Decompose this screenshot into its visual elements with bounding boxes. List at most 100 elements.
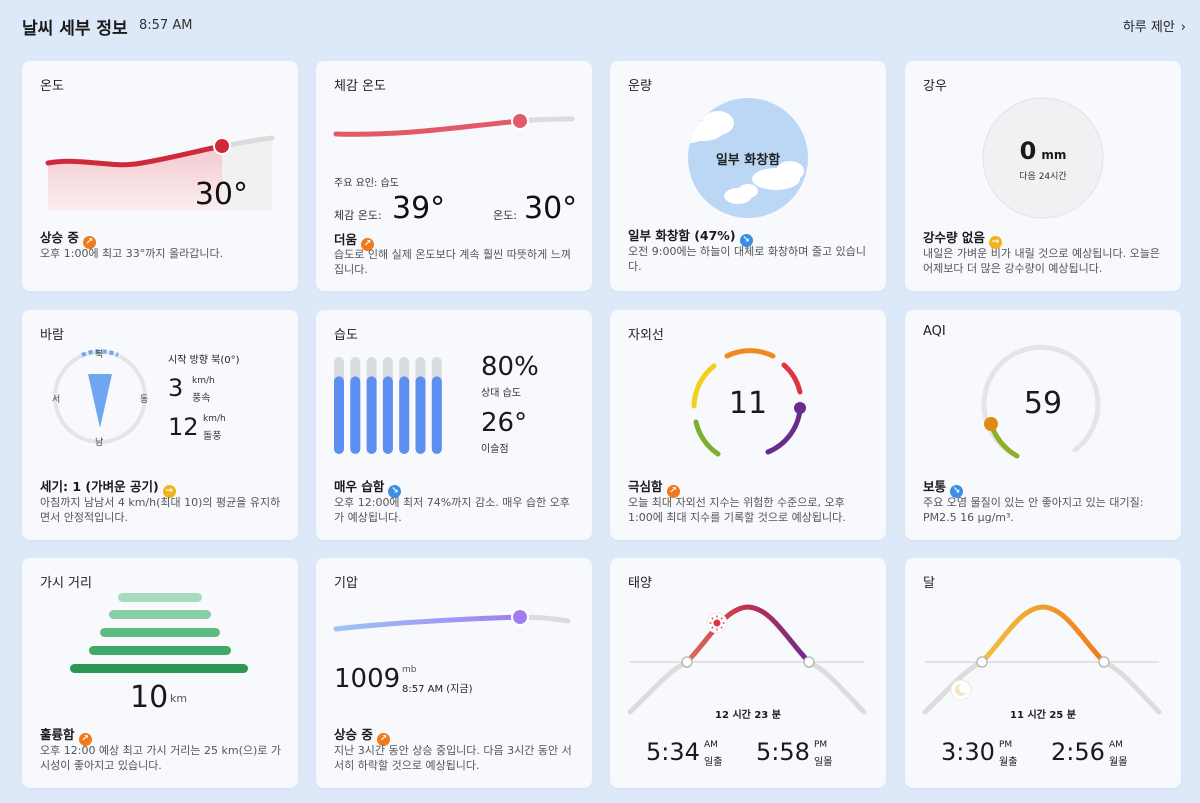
compass-south: 남 xyxy=(95,438,104,448)
page-title: 날씨 세부 정보 xyxy=(22,19,128,39)
chevron-right-icon: › xyxy=(1180,20,1186,35)
moonrise-label: 월출 xyxy=(999,757,1018,768)
humidity-label: 상대 습도 xyxy=(481,388,521,399)
visibility-bar xyxy=(100,628,220,637)
feels-like-card[interactable]: 체감 온도 주요 요인: 습도 체감 온도: 39° 온도: 30° 더움 ↗ 습… xyxy=(316,61,592,291)
start-direction: 시작 방향 북(0°) xyxy=(168,355,240,366)
temp-label: 온도: xyxy=(493,209,517,222)
humidity-bar-fill xyxy=(334,376,344,454)
wind-speed-label: 풍속 xyxy=(192,393,211,404)
humidity-value: 80% xyxy=(481,352,539,382)
feels-like-marker xyxy=(511,112,529,130)
header: 날씨 세부 정보 8:57 AM 하루 제안 › xyxy=(22,14,1186,40)
status-label: 더움 xyxy=(334,232,358,247)
status-label: 매우 습함 xyxy=(334,479,385,494)
compass-east: 동 xyxy=(140,395,149,405)
status-label: 상승 중 xyxy=(40,230,79,245)
description: 지난 3시간 동안 상승 중입니다. 다음 3시간 동안 서서히 하락할 것으로… xyxy=(334,744,572,772)
daily-suggestion-label: 하루 제안 xyxy=(1122,20,1175,35)
description: 오늘 최대 자외선 지수는 위험한 수준으로, 오후 1:00에 최대 지수를 … xyxy=(628,496,846,524)
cloud-circle-label: 일부 화창함 xyxy=(715,153,781,168)
pressure-card[interactable]: 기압 1009 mb 8:57 AM (지금) 상승 중 ↗ 지난 3시간 동안 … xyxy=(316,558,592,788)
sunrise-label: 일출 xyxy=(704,757,723,768)
description: 오후 12:00 예상 최고 가시 거리는 25 km(으)로 가시성이 좋아지… xyxy=(40,744,282,772)
dew-point-value: 26° xyxy=(481,408,528,438)
status-label: 강수량 없음 xyxy=(923,230,985,245)
description: 오후 12:00에 최저 74%까지 감소. 매우 습한 오후가 예상됩니다. xyxy=(334,496,570,524)
pressure-unit: mb xyxy=(402,665,417,675)
gust-unit: km/h xyxy=(203,414,226,424)
moonrise-time: 3:30 xyxy=(941,738,995,766)
gust-label: 돌풍 xyxy=(203,431,222,442)
aqi-card[interactable]: AQI 59 보통 ↘ 주요 오염 물질이 있는 안 좋아지고 있는 대기질: P… xyxy=(905,310,1181,540)
moon-duration: 11 시간 25 분 xyxy=(1010,710,1076,721)
uv-card[interactable]: 자외선 11 극심함 ↗ 오늘 최대 자외선 지수는 위험한 수준으로, 오후 1… xyxy=(610,310,886,540)
visibility-card[interactable]: 가시 거리 10 km 훌륭함 ↗ 오후 12:00 예상 최고 가시 거리는 2… xyxy=(22,558,298,788)
humidity-bar-fill xyxy=(415,376,426,454)
compass-north: 북 xyxy=(95,350,104,360)
description: 오전 9:00에는 하늘이 대체로 화창하며 줄고 있습니다. xyxy=(628,245,866,273)
moonset-ampm: AM xyxy=(1109,740,1123,750)
rain-amount: 0 mm xyxy=(905,137,1181,165)
pressure-marker xyxy=(511,608,529,626)
moonset-label: 월몰 xyxy=(1109,757,1128,768)
status-label: 훌륭함 xyxy=(40,727,75,742)
rain-period: 다음 24시간 xyxy=(1019,172,1067,182)
daylight-duration: 12 시간 23 분 xyxy=(715,710,781,721)
humidity-bar-fill xyxy=(366,376,377,454)
sunset-time: 5:58 xyxy=(756,738,810,766)
humidity-bar-fill xyxy=(350,376,361,454)
visibility-bar xyxy=(89,646,231,655)
status-label: 극심함 xyxy=(628,479,663,494)
sun-card[interactable]: 태양 12 시간 23 분 5:34 AM 일출 5:58 PM 일몰 xyxy=(610,558,886,788)
pressure-time: 8:57 AM (지금) xyxy=(402,684,473,695)
rain-card[interactable]: 강우 0 mm 다음 24시간 강수량 없음 → 내일은 가벼운 비가 내릴 것으… xyxy=(905,61,1181,291)
visibility-bar xyxy=(118,593,202,602)
description: 아침까지 남남서 4 km/h(최대 10)의 평균을 유지하면서 안정적입니다… xyxy=(40,496,281,524)
sunrise-ampm: AM xyxy=(704,740,718,750)
daily-suggestion-link[interactable]: 하루 제안 › xyxy=(1123,16,1186,35)
feels-value: 39° xyxy=(392,191,446,226)
wind-card[interactable]: 바람 북 남 동 서 시작 방향 북(0°) 3 km/h 풍속 12 km/h… xyxy=(22,310,298,540)
status-label: 일부 화창함 (47%) xyxy=(628,228,736,243)
main-factor: 주요 요인: 습도 xyxy=(334,178,399,189)
temperature-value: 30° xyxy=(194,177,248,212)
status-label: 보통 xyxy=(923,479,947,494)
humidity-card[interactable]: 습도 80% 상대 습도 26° 이슬점 매우 습함 ↘ 오후 12:00에 최저… xyxy=(316,310,592,540)
current-temp-marker xyxy=(213,137,231,155)
visibility-value: 10 xyxy=(130,680,169,715)
humidity-bar-fill xyxy=(431,376,442,454)
rain-unit: mm xyxy=(1041,148,1067,162)
gust-speed: 12 xyxy=(168,413,199,441)
dew-point-label: 이슬점 xyxy=(481,444,509,455)
status-label: 상승 중 xyxy=(334,727,373,742)
description: 습도로 인해 실제 온도보다 계속 훨씬 따뜻하게 느껴집니다. xyxy=(334,248,571,276)
temp-value: 30° xyxy=(524,191,578,226)
feels-label: 체감 온도: xyxy=(334,209,382,222)
cloud-cover-card[interactable]: 운량 일부 화창함 일부 화창함 (47%) ↘ 오전 9:00에는 하늘이 대체… xyxy=(610,61,886,291)
description: 주요 오염 물질이 있는 안 좋아지고 있는 대기질: PM2.5 16 μg/… xyxy=(923,496,1144,524)
humidity-bar-fill xyxy=(382,376,393,454)
description: 내일은 가벼운 비가 내릴 것으로 예상됩니다. 오늘은 어제보다 더 많은 강… xyxy=(923,247,1160,275)
humidity-bar-fill xyxy=(399,376,410,454)
sunset-label: 일몰 xyxy=(814,757,833,768)
pressure-value: 1009 xyxy=(334,664,401,694)
wind-speed-unit: km/h xyxy=(192,376,215,386)
wind-direction-arrow xyxy=(88,374,112,428)
sunrise-time: 5:34 xyxy=(646,738,700,766)
visibility-bar xyxy=(109,610,211,619)
moonrise-ampm: PM xyxy=(999,740,1013,750)
visibility-unit: km xyxy=(170,692,188,705)
uv-value: 11 xyxy=(728,386,768,421)
compass-west: 서 xyxy=(52,395,61,405)
moon-card[interactable]: 달 11 시간 25 분 3:30 PM 월출 2:56 AM 월몰 xyxy=(905,558,1181,788)
header-time: 8:57 AM xyxy=(139,18,193,33)
wind-speed: 3 xyxy=(168,374,184,402)
description: 오후 1:00에 최고 33°까지 올라갑니다. xyxy=(40,247,224,260)
aqi-value: 59 xyxy=(1023,386,1063,421)
temperature-card[interactable]: 온도 30° 상승 중 ↗ 오후 1:00에 최고 33°까지 올라갑니다. xyxy=(22,61,298,291)
rain-value: 0 xyxy=(1019,137,1037,165)
status-label: 세기: 1 (가벼운 공기) xyxy=(40,479,159,494)
visibility-bar xyxy=(70,664,248,673)
moonset-time: 2:56 xyxy=(1051,738,1105,766)
